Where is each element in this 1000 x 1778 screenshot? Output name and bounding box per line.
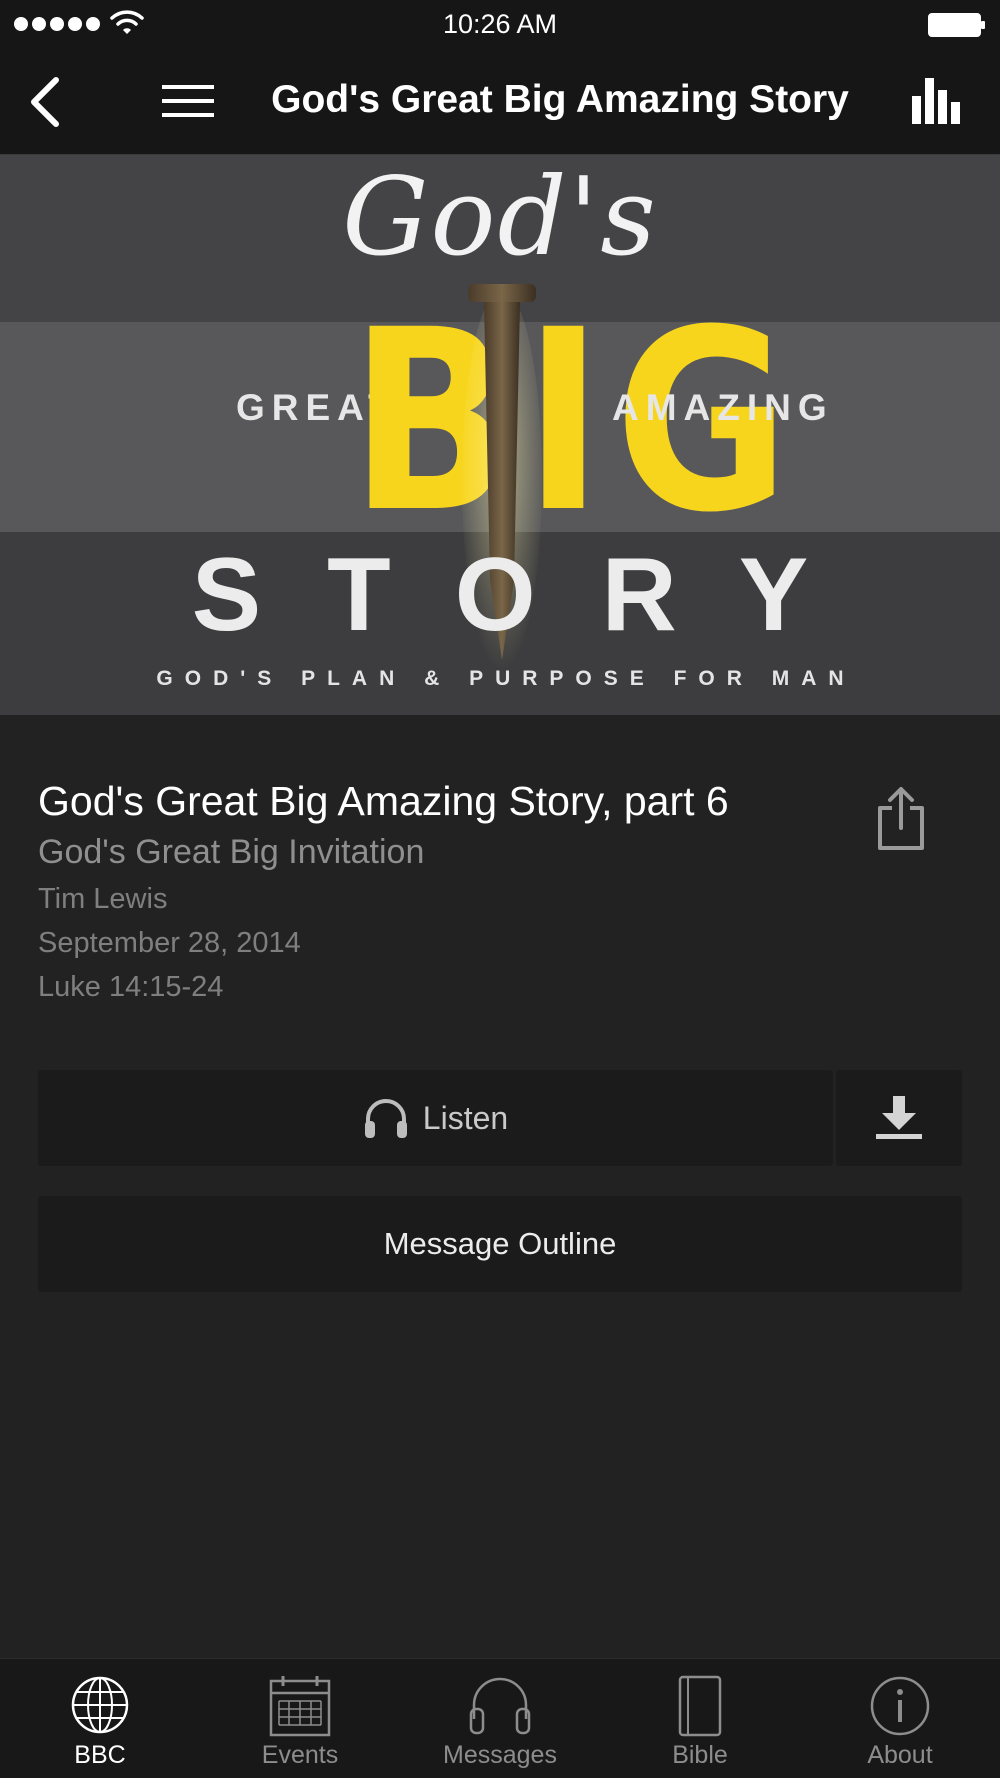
download-button[interactable] xyxy=(836,1070,962,1166)
navigation-bar: God's Great Big Amazing Story xyxy=(0,50,1000,155)
status-bar: 10:26 AM xyxy=(0,0,1000,50)
tab-bible-label: Bible xyxy=(672,1741,728,1769)
message-title: God's Great Big Amazing Story, part 6 xyxy=(38,778,729,824)
tab-bbc-label: BBC xyxy=(74,1741,126,1769)
tab-messages[interactable]: Messages xyxy=(400,1659,600,1778)
calendar-icon xyxy=(269,1676,331,1737)
tab-about-label: About xyxy=(867,1741,933,1769)
message-subtitle: God's Great Big Invitation xyxy=(38,833,425,871)
page-title: God's Great Big Amazing Story xyxy=(271,78,849,121)
message-outline-label: Message Outline xyxy=(383,1226,617,1261)
bar-chart-icon[interactable] xyxy=(912,78,962,124)
headphones-icon xyxy=(469,1677,531,1735)
artwork-story-text: STORY xyxy=(191,537,875,653)
info-icon xyxy=(870,1676,930,1736)
battery-icon xyxy=(928,13,985,37)
artwork-amazing-text: AMAZING xyxy=(612,387,834,428)
message-details: God's Great Big Amazing Story, part 6 Go… xyxy=(38,775,858,1009)
message-outline-button[interactable]: Message Outline xyxy=(38,1196,962,1292)
artwork-gods-text: God's xyxy=(342,155,658,280)
headphones-icon xyxy=(364,1099,407,1138)
tab-bible[interactable]: Bible xyxy=(600,1659,800,1778)
share-icon[interactable] xyxy=(874,786,928,852)
globe-icon xyxy=(71,1676,129,1734)
tab-events[interactable]: Events xyxy=(200,1659,400,1778)
back-icon[interactable] xyxy=(26,74,66,130)
tab-bbc[interactable]: BBC xyxy=(0,1659,200,1778)
listen-label: Listen xyxy=(422,1099,509,1136)
series-artwork: God's GREAT BIG AMAZING STORY GOD'S PLAN… xyxy=(0,155,1000,715)
message-scripture: Luke 14:15-24 xyxy=(38,971,224,1003)
message-date: September 28, 2014 xyxy=(38,927,301,959)
book-icon xyxy=(678,1675,722,1737)
tab-about[interactable]: About xyxy=(800,1659,1000,1778)
artwork-tagline: GOD'S PLAN & PURPOSE FOR MAN xyxy=(156,667,856,690)
download-icon xyxy=(876,1096,922,1139)
message-speaker: Tim Lewis xyxy=(38,883,168,915)
tab-bar: BBC Events Messages Bible About xyxy=(0,1658,1000,1778)
status-time: 10:26 AM xyxy=(442,9,558,39)
menu-icon[interactable] xyxy=(162,84,214,118)
tab-messages-label: Messages xyxy=(443,1741,557,1769)
listen-button[interactable]: Listen xyxy=(38,1070,833,1166)
tab-events-label: Events xyxy=(261,1741,339,1769)
